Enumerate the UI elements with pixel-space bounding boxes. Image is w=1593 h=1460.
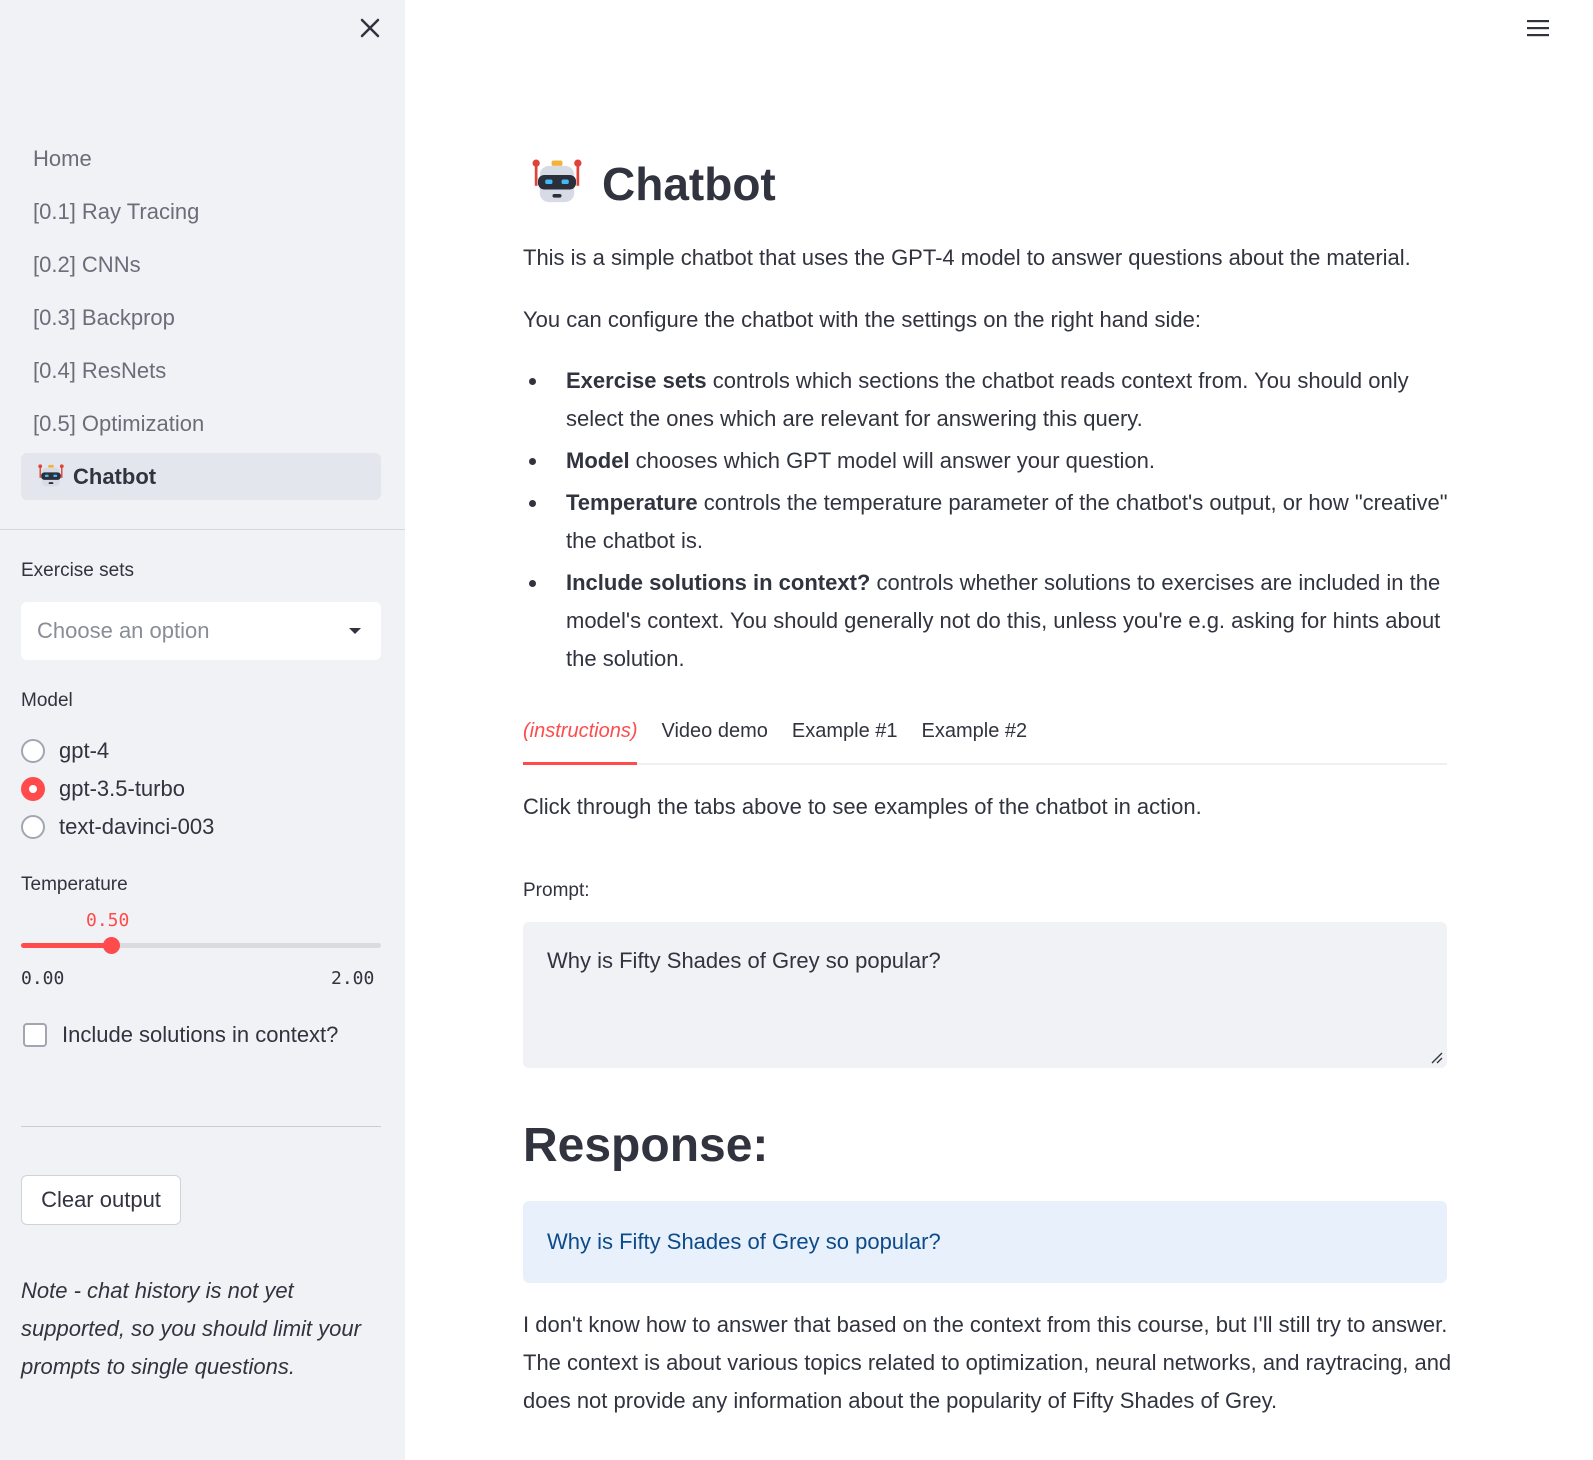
prompt-input[interactable]: Why is Fifty Shades of Grey so popular? xyxy=(523,922,1447,1068)
page-title: Chatbot xyxy=(602,158,776,210)
list-item: Temperature controls the temperature par… xyxy=(523,484,1453,560)
slider-max-label: 2.00 xyxy=(331,968,375,989)
robot-icon xyxy=(532,159,582,203)
main-menu-button[interactable] xyxy=(1524,16,1552,40)
slider-fill xyxy=(21,943,111,948)
radio-button[interactable] xyxy=(21,739,45,763)
radio-option-text-davinci-003[interactable]: text-davinci-003 xyxy=(21,814,214,840)
close-icon xyxy=(360,18,380,38)
list-item: Model chooses which GPT model will answe… xyxy=(523,442,1453,480)
tab-content-text: Click through the tabs above to see exam… xyxy=(523,794,1202,819)
response-heading: Response: xyxy=(523,1119,769,1172)
temperature-value: 0.50 xyxy=(86,910,130,931)
slider-min-label: 0.00 xyxy=(21,968,65,989)
config-text: You can configure the chatbot with the s… xyxy=(523,307,1201,332)
sidebar-divider xyxy=(0,529,405,530)
exercise-sets-placeholder: Choose an option xyxy=(37,618,210,643)
sidebar-item-label: Chatbot xyxy=(73,463,157,489)
page-title-row: Chatbot xyxy=(528,155,776,213)
chevron-down-icon xyxy=(349,628,361,634)
response-question: Why is Fifty Shades of Grey so popular? xyxy=(547,1229,941,1254)
sidebar-item-label: [0.1] Ray Tracing xyxy=(33,198,200,224)
exercise-sets-label: Exercise sets xyxy=(21,560,134,581)
radio-label: gpt-3.5-turbo xyxy=(59,776,185,801)
sidebar-item-optimization[interactable]: [0.5] Optimization xyxy=(21,400,381,447)
sidebar-item-label: [0.4] ResNets xyxy=(33,357,167,383)
tab-example-2[interactable]: Example #2 xyxy=(922,712,1028,765)
tab-video-demo[interactable]: Video demo xyxy=(661,712,767,765)
sidebar-item-label: [0.5] Optimization xyxy=(33,410,205,436)
example-tabs: (instructions) Video demo Example #1 Exa… xyxy=(523,712,1447,765)
include-solutions-checkbox[interactable] xyxy=(23,1023,47,1047)
tab-instructions[interactable]: (instructions) xyxy=(523,712,638,765)
temperature-label: Temperature xyxy=(21,874,128,895)
response-question-box: Why is Fifty Shades of Grey so popular? xyxy=(523,1201,1447,1283)
radio-label: gpt-4 xyxy=(59,738,110,763)
include-solutions-label: Include solutions in context? xyxy=(62,1022,339,1047)
sidebar-item-label: [0.3] Backprop xyxy=(33,304,175,330)
sidebar-nav: Home [0.1] Ray Tracing [0.2] CNNs [0.3] … xyxy=(21,135,381,506)
list-item: Include solutions in context? controls w… xyxy=(523,564,1453,678)
robot-icon xyxy=(38,463,64,486)
sidebar-item-cnns[interactable]: [0.2] CNNs xyxy=(21,241,381,288)
clear-output-button[interactable]: Clear output xyxy=(21,1175,181,1225)
bullet-bold: Include solutions in context? xyxy=(566,570,871,595)
tab-example-1[interactable]: Example #1 xyxy=(792,712,898,765)
settings-bullet-list: Exercise sets controls which sections th… xyxy=(523,362,1453,682)
prompt-label: Prompt: xyxy=(523,880,590,901)
temperature-slider[interactable] xyxy=(21,937,381,954)
sidebar-item-label: Home xyxy=(33,145,92,171)
response-answer: I don't know how to answer that based on… xyxy=(523,1312,1452,1413)
hamburger-menu-icon xyxy=(1527,20,1549,37)
sidebar-item-ray-tracing[interactable]: [0.1] Ray Tracing xyxy=(21,188,381,235)
bullet-bold: Model xyxy=(566,448,630,473)
sidebar: Home [0.1] Ray Tracing [0.2] CNNs [0.3] … xyxy=(0,0,405,1460)
sidebar-item-home[interactable]: Home xyxy=(21,135,381,182)
include-solutions-checkbox-row[interactable]: Include solutions in context? xyxy=(23,1022,338,1048)
sidebar-item-resnets[interactable]: [0.4] ResNets xyxy=(21,347,381,394)
sidebar-item-label: [0.2] CNNs xyxy=(33,251,141,277)
chat-history-note: Note - chat history is not yet supported… xyxy=(21,1278,361,1379)
radio-button[interactable] xyxy=(21,815,45,839)
slider-thumb[interactable] xyxy=(103,937,120,954)
bullet-bold: Exercise sets xyxy=(566,368,707,393)
sidebar-item-chatbot[interactable]: Chatbot xyxy=(21,453,381,500)
intro-text: This is a simple chatbot that uses the G… xyxy=(523,245,1411,270)
resize-handle-icon[interactable] xyxy=(1431,1052,1443,1064)
list-item: Exercise sets controls which sections th… xyxy=(523,362,1453,438)
radio-label: text-davinci-003 xyxy=(59,814,215,839)
bullet-text: controls the temperature parameter of th… xyxy=(566,490,1448,553)
app: Home [0.1] Ray Tracing [0.2] CNNs [0.3] … xyxy=(0,0,1593,1460)
sidebar-separator xyxy=(21,1126,381,1127)
radio-option-gpt-4[interactable]: gpt-4 xyxy=(21,738,109,764)
radio-option-gpt-3-5-turbo[interactable]: gpt-3.5-turbo xyxy=(21,776,185,802)
model-label: Model xyxy=(21,690,73,711)
bullet-bold: Temperature xyxy=(566,490,698,515)
sidebar-item-backprop[interactable]: [0.3] Backprop xyxy=(21,294,381,341)
bullet-text: chooses which GPT model will answer your… xyxy=(629,448,1155,473)
exercise-sets-select[interactable]: Choose an option xyxy=(21,602,381,660)
radio-button-selected[interactable] xyxy=(21,777,45,801)
close-sidebar-button[interactable] xyxy=(354,12,386,44)
